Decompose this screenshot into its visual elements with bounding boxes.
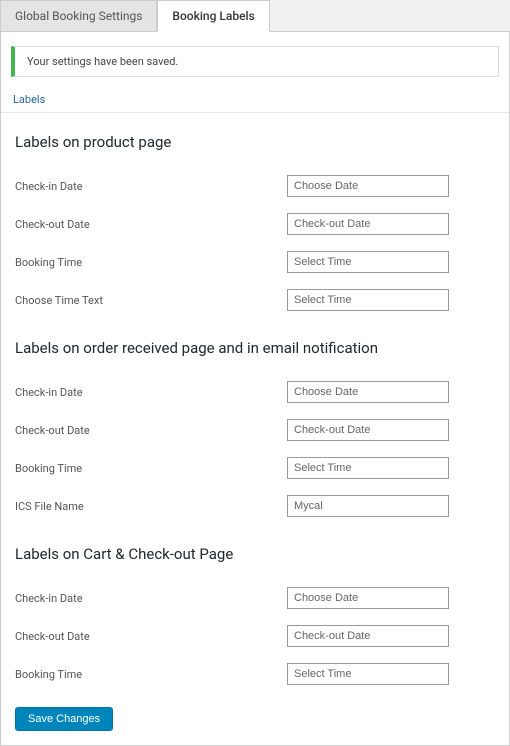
table-row: Check-in Date (15, 373, 495, 411)
section-title-order: Labels on order received page and in ema… (15, 339, 495, 357)
table-row: Check-out Date (15, 411, 495, 449)
table-row: Choose Time Text (15, 281, 495, 319)
tab-global-booking-settings[interactable]: Global Booking Settings (0, 0, 157, 31)
panel-title: Labels (1, 87, 509, 113)
cart-booking-time-input[interactable] (287, 663, 449, 685)
success-notice: Your settings have been saved. (11, 46, 499, 77)
field-label: Choose Time Text (15, 281, 287, 319)
order-check-in-date-input[interactable] (287, 381, 449, 403)
tab-booking-labels[interactable]: Booking Labels (157, 0, 269, 32)
field-label: Check-out Date (15, 617, 287, 655)
field-label: Booking Time (15, 655, 287, 693)
order-check-out-date-input[interactable] (287, 419, 449, 441)
field-label: Booking Time (15, 243, 287, 281)
table-row: Check-in Date (15, 167, 495, 205)
section-title-cart: Labels on Cart & Check-out Page (15, 545, 495, 563)
tabs-bar: Global Booking Settings Booking Labels (0, 0, 510, 32)
choose-time-text-input[interactable] (287, 289, 449, 311)
field-label: Booking Time (15, 449, 287, 487)
content-panel: Your settings have been saved. Labels La… (0, 32, 510, 746)
form-table-order: Check-in Date Check-out Date Booking Tim… (15, 373, 495, 525)
check-in-date-input[interactable] (287, 175, 449, 197)
table-row: Check-out Date (15, 617, 495, 655)
field-label: Check-out Date (15, 411, 287, 449)
table-row: Booking Time (15, 449, 495, 487)
field-label: Check-in Date (15, 579, 287, 617)
field-label: ICS File Name (15, 487, 287, 525)
form-body: Labels on product page Check-in Date Che… (1, 133, 509, 693)
form-table-cart: Check-in Date Check-out Date Booking Tim… (15, 579, 495, 693)
table-row: Booking Time (15, 655, 495, 693)
save-changes-button[interactable]: Save Changes (15, 707, 113, 731)
field-label: Check-in Date (15, 373, 287, 411)
cart-check-out-date-input[interactable] (287, 625, 449, 647)
table-row: Check-out Date (15, 205, 495, 243)
cart-check-in-date-input[interactable] (287, 587, 449, 609)
table-row: Booking Time (15, 243, 495, 281)
table-row: ICS File Name (15, 487, 495, 525)
field-label: Check-out Date (15, 205, 287, 243)
ics-file-name-input[interactable] (287, 495, 449, 517)
check-out-date-input[interactable] (287, 213, 449, 235)
field-label: Check-in Date (15, 167, 287, 205)
table-row: Check-in Date (15, 579, 495, 617)
section-title-product: Labels on product page (15, 133, 495, 151)
form-table-product: Check-in Date Check-out Date Booking Tim… (15, 167, 495, 319)
order-booking-time-input[interactable] (287, 457, 449, 479)
booking-time-input[interactable] (287, 251, 449, 273)
